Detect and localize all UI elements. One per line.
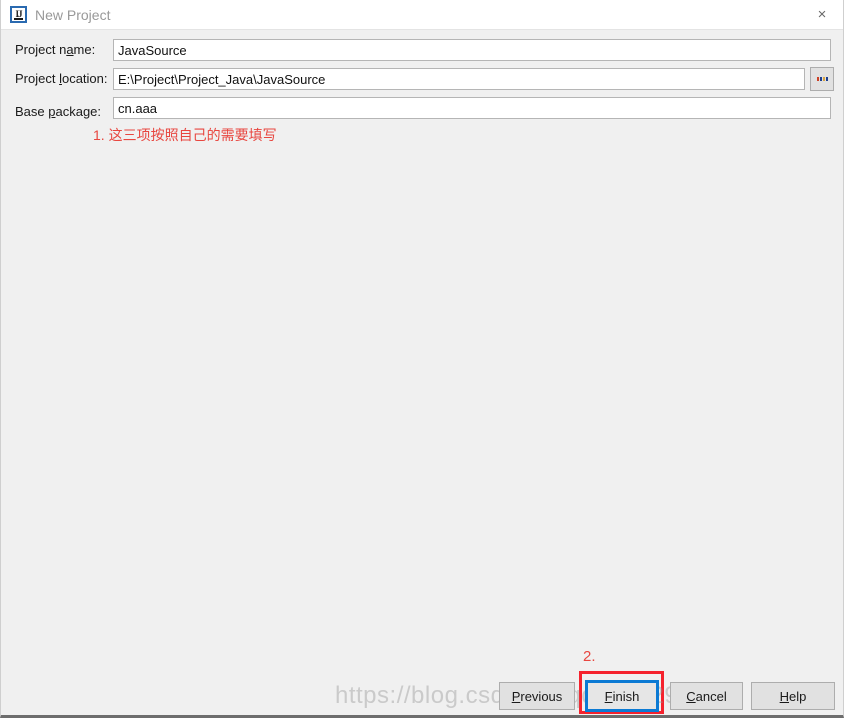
previous-button[interactable]: Previous: [499, 682, 575, 710]
base-package-label-suffix: ackage:: [55, 104, 102, 119]
project-name-input[interactable]: [113, 39, 831, 61]
intellij-idea-icon: IJ: [10, 6, 27, 23]
intellij-idea-icon-underline: [14, 18, 23, 20]
annotation-step-1: 1. 这三项按照自己的需要填写: [93, 127, 277, 143]
cancel-button-mnemonic: C: [686, 688, 696, 704]
project-name-label: Project name:: [15, 42, 95, 58]
cancel-button-label: ancel: [695, 688, 727, 704]
previous-button-label: revious: [520, 688, 563, 704]
project-name-label-text: Project n: [15, 42, 67, 57]
project-location-input[interactable]: [113, 68, 805, 90]
title-bar: IJ New Project ×: [1, 0, 843, 30]
ellipsis-icon: [816, 77, 828, 81]
help-button-mnemonic: H: [779, 688, 790, 704]
finish-button[interactable]: Finish: [585, 680, 659, 712]
project-location-label: Project location:: [15, 71, 108, 87]
new-project-dialog: IJ New Project × Project name: Project l…: [0, 0, 844, 718]
cancel-button[interactable]: Cancel: [670, 682, 743, 710]
project-location-label-suffix: ocation:: [61, 71, 108, 86]
base-package-label: Base package:: [15, 104, 101, 120]
help-button[interactable]: Help: [751, 682, 835, 710]
finish-button-mnemonic: F: [604, 688, 613, 704]
previous-button-mnemonic: P: [511, 688, 521, 704]
base-package-input[interactable]: [113, 97, 831, 119]
project-name-label-mnemonic: a: [66, 42, 74, 57]
browse-folder-button[interactable]: [810, 67, 834, 91]
help-button-label: elp: [789, 688, 807, 704]
base-package-label-text: Base: [15, 104, 49, 119]
project-name-label-suffix: me:: [73, 42, 96, 57]
annotation-step-2: 2.: [583, 648, 596, 665]
close-icon[interactable]: ×: [802, 0, 842, 28]
finish-button-label: inish: [612, 688, 640, 704]
project-location-label-text: Project: [15, 71, 60, 86]
page-title: New Project: [35, 7, 111, 23]
